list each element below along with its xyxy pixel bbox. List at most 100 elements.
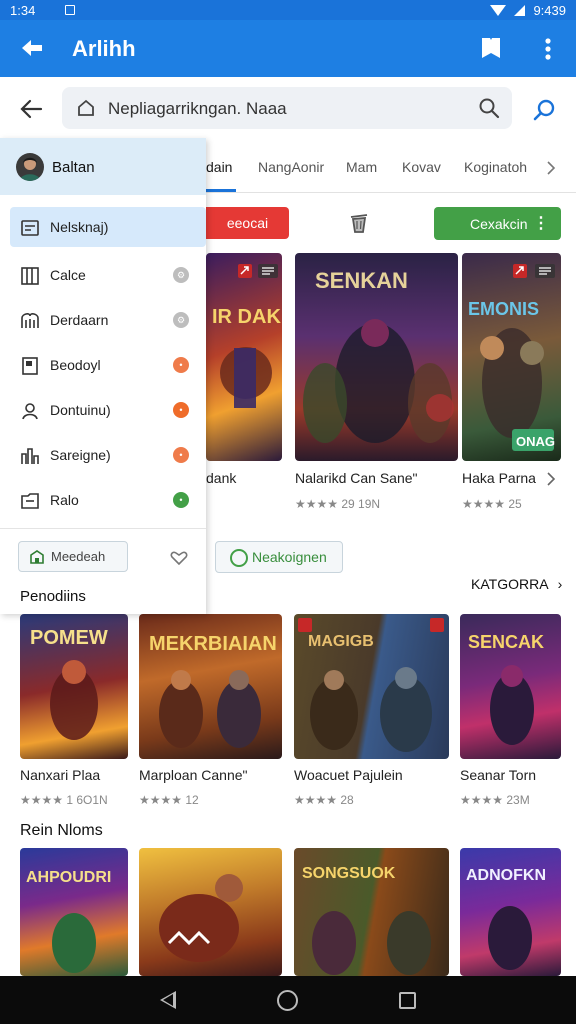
- bookmark-icon[interactable]: [480, 36, 502, 60]
- badge-icon: •: [173, 402, 189, 418]
- badge-icon: •: [173, 492, 189, 508]
- green-button-label: Cexakcin: [470, 215, 528, 232]
- game-cover-image[interactable]: SONGSUOK: [294, 848, 449, 976]
- drawer-item[interactable]: Calce ⚙: [10, 255, 206, 295]
- game-cover-image[interactable]: ADNOFKN: [460, 848, 561, 976]
- drawer-item-label: Nelsknaj): [50, 219, 109, 235]
- game-rating: ★★★★ 25: [462, 497, 522, 511]
- game-cover-image[interactable]: SENCAK: [460, 614, 561, 759]
- drawer-item[interactable]: Sareigne) •: [10, 435, 206, 475]
- app-title: Arlihh: [72, 36, 136, 61]
- wishlist-icon[interactable]: [257, 263, 279, 279]
- search-input[interactable]: Nepliagarrikngan. Naaa: [62, 87, 512, 129]
- grid-icon: [21, 267, 39, 285]
- category-link-label: KATGORRA: [471, 576, 548, 592]
- back-arrow-icon[interactable]: [18, 34, 46, 62]
- signal-icon: [514, 4, 526, 16]
- badge-icon: •: [173, 357, 189, 373]
- more-vert-icon[interactable]: ⋮: [533, 213, 549, 233]
- outline-button-label: Neakoignen: [252, 549, 327, 565]
- tab-1[interactable]: NangAonir: [258, 159, 324, 175]
- navigation-drawer: Baltan Nelsknaj) Calce ⚙ Derdaarn ⚙ Beod…: [0, 138, 206, 614]
- system-nav-bar: [0, 976, 576, 1024]
- game-cover-image[interactable]: EMONIS ONAG: [462, 253, 561, 461]
- game-cover-image[interactable]: POMEW: [20, 614, 128, 759]
- heart-icon[interactable]: [170, 551, 188, 565]
- nav-back-icon[interactable]: [160, 991, 176, 1009]
- folder-icon: [21, 493, 39, 509]
- game-title[interactable]: Haka Parna: [462, 470, 536, 486]
- chevron-right-icon[interactable]: [546, 472, 556, 486]
- game-cover-image[interactable]: AHPOUDRI: [20, 848, 128, 976]
- green-action-button[interactable]: Cexakcin ⋮: [434, 207, 561, 240]
- search-blue-icon[interactable]: [532, 97, 558, 123]
- gear-icon: ⚙: [173, 312, 189, 328]
- section-heading: Rein Nloms: [20, 822, 103, 839]
- gear-icon: ⚙: [173, 267, 189, 283]
- check-circle-icon: [230, 549, 248, 567]
- game-title[interactable]: dank: [206, 470, 236, 486]
- game-cover-text: MEKRBIAIAN: [149, 633, 277, 655]
- game-cover-image[interactable]: MAGIGB: [294, 614, 449, 759]
- share-icon[interactable]: [512, 263, 528, 279]
- search-query: Nepliagarrikngan. Naaa: [108, 99, 287, 118]
- game-rating: ★★★★ 12: [139, 793, 199, 807]
- tab-3[interactable]: Kovav: [402, 159, 441, 175]
- status-battery: 9:439: [533, 2, 566, 18]
- trash-icon[interactable]: [347, 211, 371, 235]
- category-tabs: dain NangAonir Mam Kovav Koginatoh: [206, 141, 576, 193]
- drawer-action-button[interactable]: Meedeah: [18, 541, 128, 572]
- category-link[interactable]: KATGORRA ›: [471, 576, 562, 592]
- avatar[interactable]: [16, 153, 44, 181]
- game-cover-image[interactable]: IR DAK: [206, 253, 282, 461]
- game-cover-image[interactable]: SENKAN: [295, 253, 458, 461]
- drawer-item-label: Derdaarn: [50, 312, 109, 328]
- back-icon[interactable]: [18, 97, 44, 121]
- person-icon: [22, 403, 38, 420]
- game-cover-image[interactable]: [139, 848, 282, 976]
- status-time: 1:34: [10, 2, 36, 18]
- game-cover-text: SONGSUOK: [302, 865, 396, 882]
- divider: [0, 528, 206, 529]
- share-icon[interactable]: [237, 263, 253, 279]
- drawer-item-label: Beodoyl: [50, 357, 101, 373]
- drawer-item[interactable]: Beodoyl •: [10, 345, 206, 385]
- tab-0[interactable]: dain: [206, 159, 232, 175]
- game-cover-text: ADNOFKN: [466, 867, 546, 884]
- drawer-item[interactable]: Dontuinu) •: [10, 390, 206, 430]
- tab-indicator: [206, 189, 236, 192]
- drawer-item-label: Calce: [50, 267, 86, 283]
- red-action-button[interactable]: eeocai: [206, 207, 289, 239]
- drawer-item-label: Dontuinu): [50, 402, 111, 418]
- tab-4[interactable]: Koginatoh: [464, 159, 527, 175]
- game-badge: ONAG: [516, 434, 555, 449]
- store-icon: [30, 550, 44, 564]
- drawer-button-label: Meedeah: [51, 549, 106, 564]
- game-title[interactable]: Nalarikd Can Sane": [295, 470, 417, 486]
- status-bar: 1:34 9:439: [0, 0, 576, 20]
- game-title[interactable]: Marploan Canne": [139, 767, 247, 783]
- drawer-item[interactable]: Nelsknaj): [10, 207, 206, 247]
- game-cover-image[interactable]: MEKRBIAIAN: [139, 614, 282, 759]
- outline-action-button[interactable]: Neakoignen: [215, 541, 343, 573]
- nav-recents-icon[interactable]: [399, 992, 416, 1009]
- inbox-icon: [21, 220, 39, 236]
- game-cover-text: EMONIS: [468, 299, 539, 319]
- drawer-header[interactable]: Baltan: [0, 138, 206, 195]
- share-icon[interactable]: [430, 618, 444, 632]
- search-icon[interactable]: [478, 97, 500, 119]
- drawer-item[interactable]: Derdaarn ⚙: [10, 300, 206, 340]
- user-name: Baltan: [52, 159, 95, 176]
- notification-icon: [65, 5, 76, 15]
- game-cover-text: SENKAN: [315, 268, 408, 293]
- tab-2[interactable]: Mam: [346, 159, 377, 175]
- chevron-right-icon[interactable]: [546, 161, 556, 175]
- nav-home-icon[interactable]: [277, 990, 298, 1011]
- drawer-item[interactable]: Ralo •: [10, 480, 206, 520]
- wishlist-icon[interactable]: [534, 263, 556, 279]
- game-title[interactable]: Woacuet Pajulein: [294, 767, 403, 783]
- share-icon[interactable]: [298, 618, 312, 632]
- game-title[interactable]: Seanar Torn: [460, 767, 536, 783]
- game-title[interactable]: Nanxari Plaa: [20, 767, 100, 783]
- more-vert-icon[interactable]: [538, 36, 558, 62]
